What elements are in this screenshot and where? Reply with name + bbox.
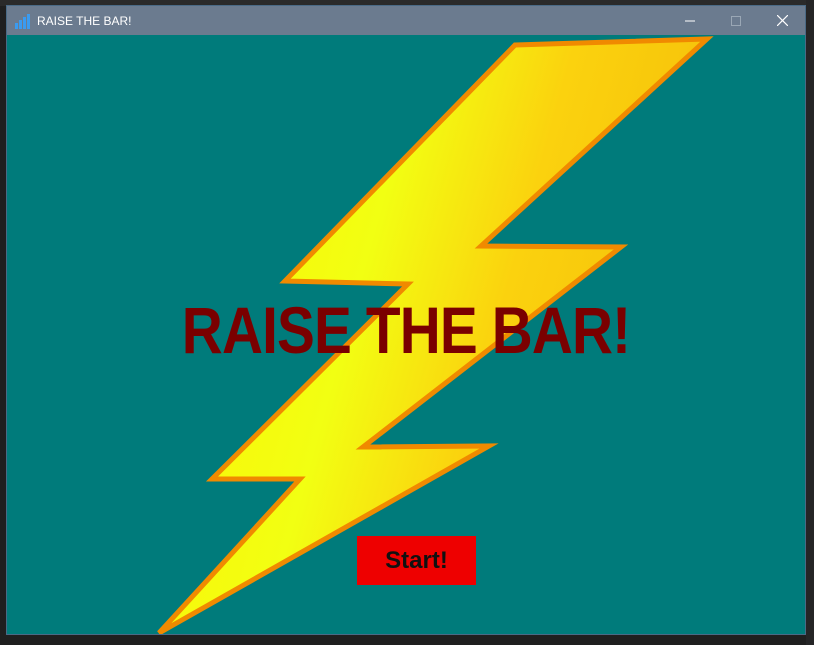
maximize-icon <box>731 15 741 26</box>
game-window: RAISE THE BAR! RAISE THE BAR! Start! <box>6 5 806 635</box>
close-icon <box>776 15 788 26</box>
window-controls <box>667 6 805 35</box>
bar-chart-icon <box>15 13 31 29</box>
start-button[interactable]: Start! <box>357 536 476 585</box>
minimize-button[interactable] <box>667 6 713 35</box>
game-title: RAISE THE BAR! <box>181 293 631 367</box>
game-canvas[interactable]: RAISE THE BAR! Start! <box>7 35 805 634</box>
close-button[interactable] <box>759 6 805 35</box>
minimize-icon <box>685 20 695 21</box>
window-titlebar[interactable]: RAISE THE BAR! <box>7 6 805 35</box>
window-title: RAISE THE BAR! <box>37 13 132 28</box>
maximize-button[interactable] <box>713 6 759 35</box>
background-editor-column <box>806 0 814 645</box>
